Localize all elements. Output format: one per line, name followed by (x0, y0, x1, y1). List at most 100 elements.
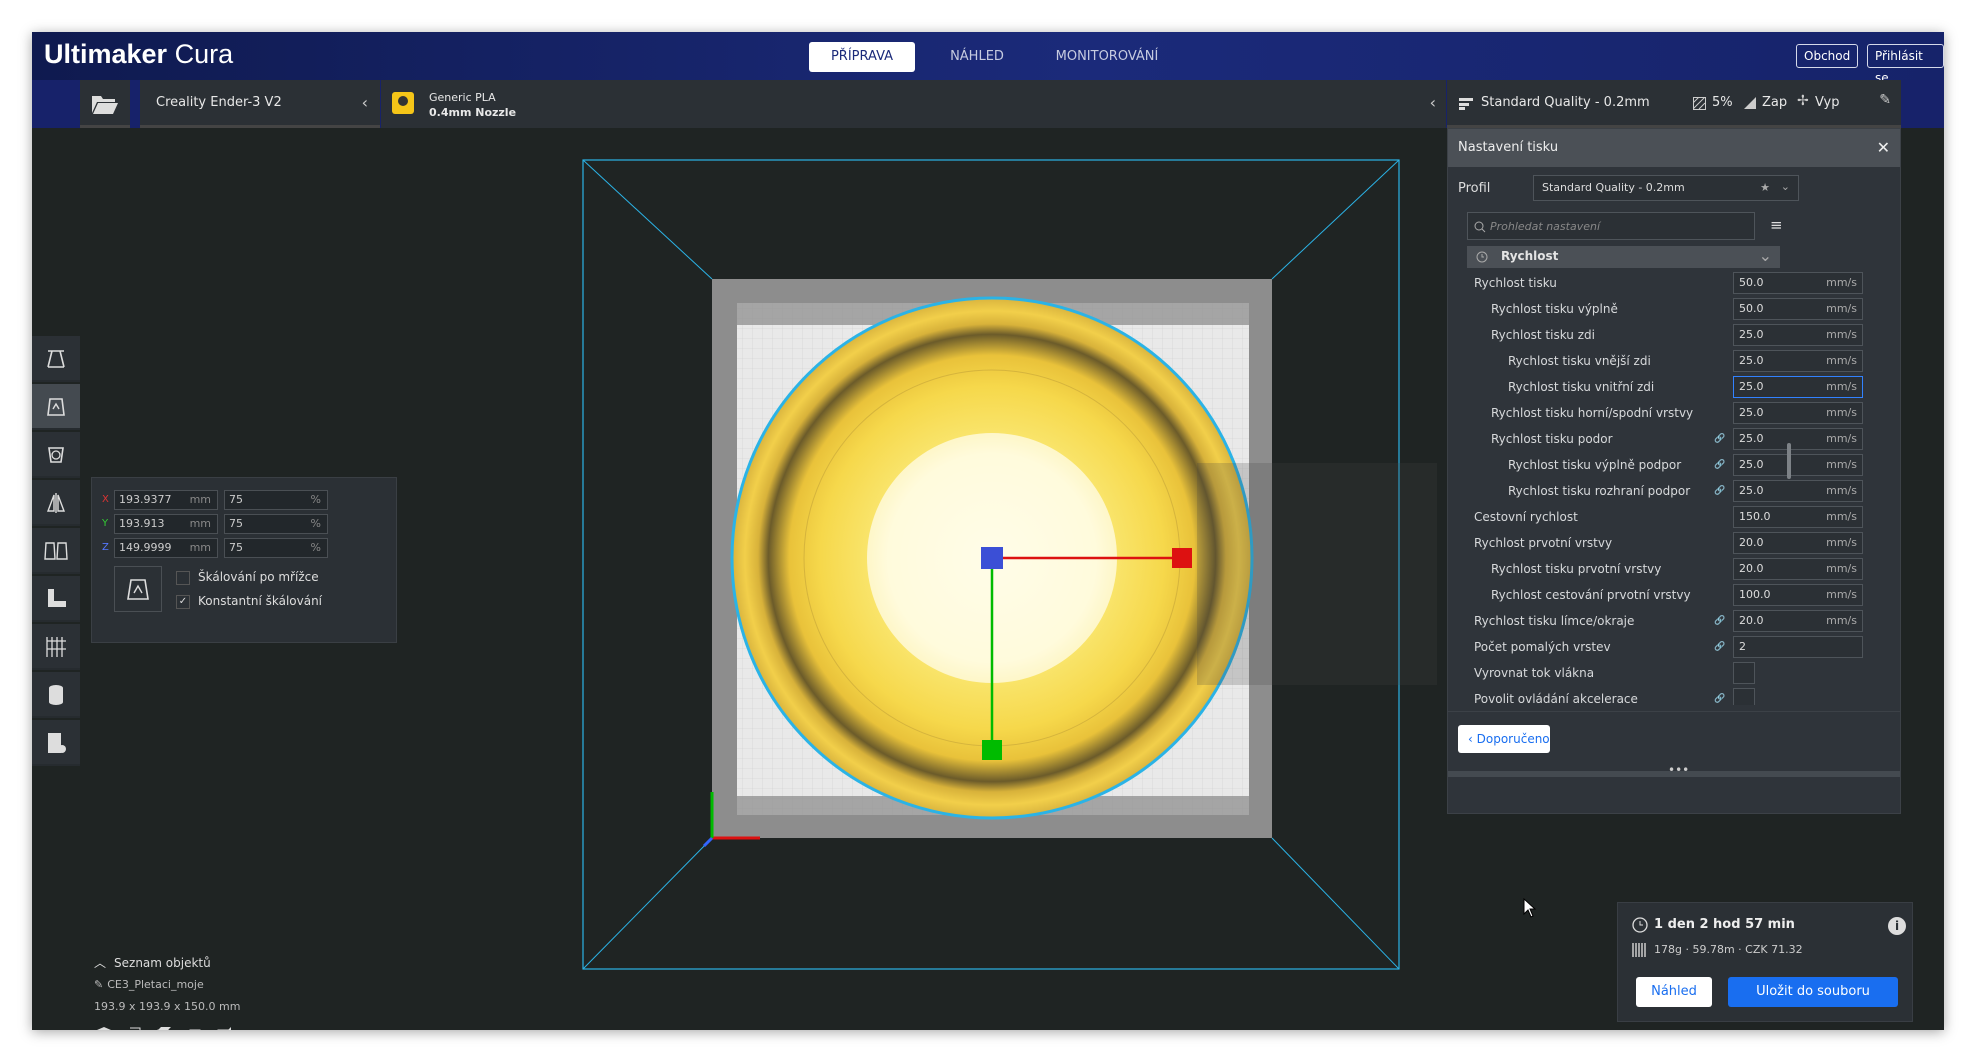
view-3d-icon[interactable] (96, 1026, 112, 1030)
setting-value-input[interactable]: 25.0 mm/s (1733, 428, 1863, 450)
setting-checkbox[interactable] (1733, 688, 1755, 705)
category-speed-header[interactable]: Rychlost ⌄ (1467, 246, 1780, 268)
scale-y-percent-input[interactable]: 75% (224, 514, 328, 534)
chevron-left-icon: ‹ (1468, 732, 1473, 746)
view-left-icon[interactable] (186, 1026, 202, 1030)
setting-row: Rychlost tisku zdi 25.0 mm/s (1448, 322, 1888, 348)
setting-label: Rychlost tisku zdi (1491, 328, 1595, 342)
setting-row: Rychlost tisku horní/spodní vrstvy 25.0 mm… (1448, 400, 1888, 426)
mirror-icon (46, 493, 66, 513)
star-icon[interactable]: ★ (1760, 176, 1770, 200)
preview-button[interactable]: Náhled (1636, 977, 1712, 1007)
setting-label: Rychlost cestování prvotní vrstvy (1491, 588, 1691, 602)
gizmo-x-handle[interactable] (1172, 548, 1192, 568)
object-list-toggle[interactable]: ︿ Seznam objektů (94, 954, 211, 971)
tree-support-icon (46, 637, 66, 657)
gizmo-center-handle[interactable] (981, 547, 1003, 569)
view-front-icon[interactable] (126, 1026, 142, 1030)
print-time: 1 den 2 hod 57 min (1654, 917, 1795, 932)
scale-icon (47, 398, 65, 416)
cylinder-icon (49, 685, 63, 705)
tab-preview[interactable]: NÁHLED (932, 42, 1022, 72)
info-icon[interactable]: i (1888, 917, 1906, 935)
setting-label: Rychlost tisku vnější zdi (1508, 354, 1651, 368)
setting-value-input[interactable]: 50.0 mm/s (1733, 272, 1863, 294)
setting-value-input[interactable]: 25.0 mm/s (1733, 350, 1863, 372)
setting-label: Vyrovnat tok vlákna (1474, 666, 1595, 680)
snap-scaling-checkbox[interactable] (176, 571, 190, 585)
link-icon[interactable]: 🔗 (1714, 426, 1725, 452)
link-icon[interactable]: 🔗 (1714, 608, 1725, 634)
setting-value-input[interactable]: 100.0 mm/s (1733, 584, 1863, 606)
uniform-scaling-checkbox[interactable]: ✓ (176, 595, 190, 609)
scale-z-percent-input[interactable]: 75% (224, 538, 328, 558)
profile-dropdown[interactable]: Standard Quality - 0.2mm ★ ⌄ (1533, 175, 1799, 201)
setting-checkbox[interactable] (1733, 662, 1755, 684)
settings-search-input[interactable]: Prohledat nastavení (1467, 212, 1755, 240)
filament-icon (1632, 943, 1646, 957)
printer-selector[interactable]: Creality Ender-3 V2 ‹ (140, 80, 380, 128)
per-model-settings-icon (44, 542, 68, 560)
link-icon[interactable]: 🔗 (1714, 452, 1725, 478)
setting-value-input[interactable]: 2 (1733, 636, 1863, 658)
scale-x-percent-input[interactable]: 75% (224, 490, 328, 510)
tool-move[interactable] (32, 336, 80, 382)
setting-value-input[interactable]: 150.0 mm/s (1733, 506, 1863, 528)
close-icon[interactable]: ✕ (1877, 129, 1890, 167)
recommended-button[interactable]: ‹ Doporučeno (1458, 725, 1550, 753)
axis-y-label: Y (102, 518, 109, 529)
tool-rotate[interactable] (32, 432, 80, 478)
scale-y-mm-input[interactable]: 193.913 mm (114, 514, 218, 534)
setting-value-input[interactable]: 25.0 mm/s (1733, 402, 1863, 424)
gizmo-y-handle[interactable] (982, 740, 1002, 760)
scale-x-mm-input[interactable]: 193.9377 mm (114, 490, 218, 510)
mouse-cursor-icon (1523, 898, 1537, 918)
reset-scale-button[interactable] (114, 566, 162, 612)
profile-label: Profil (1458, 181, 1491, 196)
link-icon[interactable]: 🔗 (1714, 478, 1725, 504)
signin-button[interactable]: Přihlásit se (1867, 44, 1944, 85)
tool-per-model-settings[interactable] (32, 528, 80, 574)
link-icon[interactable]: 🔗 (1714, 634, 1725, 660)
setting-label: Rychlost tisku výplně podpor (1508, 458, 1682, 472)
setting-value-input[interactable]: 25.0 mm/s (1733, 454, 1863, 476)
scale-z-mm-input[interactable]: 149.9999 mm (114, 538, 218, 558)
app-logo: Ultimaker Cura (44, 39, 234, 69)
tool-tree-support[interactable] (32, 624, 80, 670)
setting-value-input[interactable]: 20.0 mm/s (1733, 532, 1863, 554)
tool-support-blocker[interactable] (32, 576, 80, 622)
save-to-file-button[interactable]: Uložit do souboru (1728, 977, 1898, 1007)
open-file-button[interactable] (80, 80, 130, 128)
axis-z-label: Z (102, 542, 109, 553)
scale-panel: X 193.9377 mm 75% Y 193.913 mm 75% Z 149.9… (91, 477, 397, 643)
tool-block[interactable] (32, 720, 80, 766)
panel-resize-handle[interactable]: ••• (1448, 763, 1900, 777)
view-right-icon[interactable] (216, 1026, 232, 1030)
link-icon[interactable]: 🔗 (1714, 686, 1725, 705)
tab-prepare[interactable]: PŘÍPRAVA (809, 42, 915, 72)
setting-value-input[interactable]: 25.0 mm/s (1733, 480, 1863, 502)
material-selector[interactable]: Generic PLA 0.4mm Nozzle ‹ (381, 80, 1446, 128)
move-icon (47, 350, 65, 368)
tab-monitor[interactable]: MONITOROVÁNÍ (1032, 42, 1182, 72)
settings-menu-icon[interactable]: ≡ (1770, 216, 1783, 234)
tool-cylinder[interactable] (32, 672, 80, 718)
chevron-down-icon: ⌄ (1758, 246, 1772, 265)
print-setup-summary[interactable]: Standard Quality - 0.2mm 5% Zap ✢ Vyp ✎ (1447, 80, 1901, 128)
setting-value-input[interactable]: 20.0 mm/s (1733, 610, 1863, 632)
store-button[interactable]: Obchod (1796, 44, 1859, 68)
setting-value-input[interactable]: 20.0 mm/s (1733, 558, 1863, 580)
tool-mirror[interactable] (32, 480, 80, 526)
setting-value-input[interactable]: 25.0 mm/s (1733, 376, 1863, 398)
object-name[interactable]: ✎ CE3_Pletaci_moje (94, 978, 204, 991)
view-top-icon[interactable] (156, 1026, 172, 1030)
tool-scale[interactable] (32, 384, 80, 430)
setting-row: Rychlost tisku prvotní vrstvy 20.0 mm/s (1448, 556, 1888, 582)
setting-value-input[interactable]: 50.0 mm/s (1733, 298, 1863, 320)
setting-label: Rychlost tisku límce/okraje (1474, 614, 1635, 628)
settings-scrollbar[interactable] (1787, 443, 1791, 479)
profile-summary: Standard Quality - 0.2mm (1481, 95, 1650, 110)
material-name: Generic PLA (429, 91, 496, 104)
layers-icon (1459, 98, 1473, 110)
setting-value-input[interactable]: 25.0 mm/s (1733, 324, 1863, 346)
